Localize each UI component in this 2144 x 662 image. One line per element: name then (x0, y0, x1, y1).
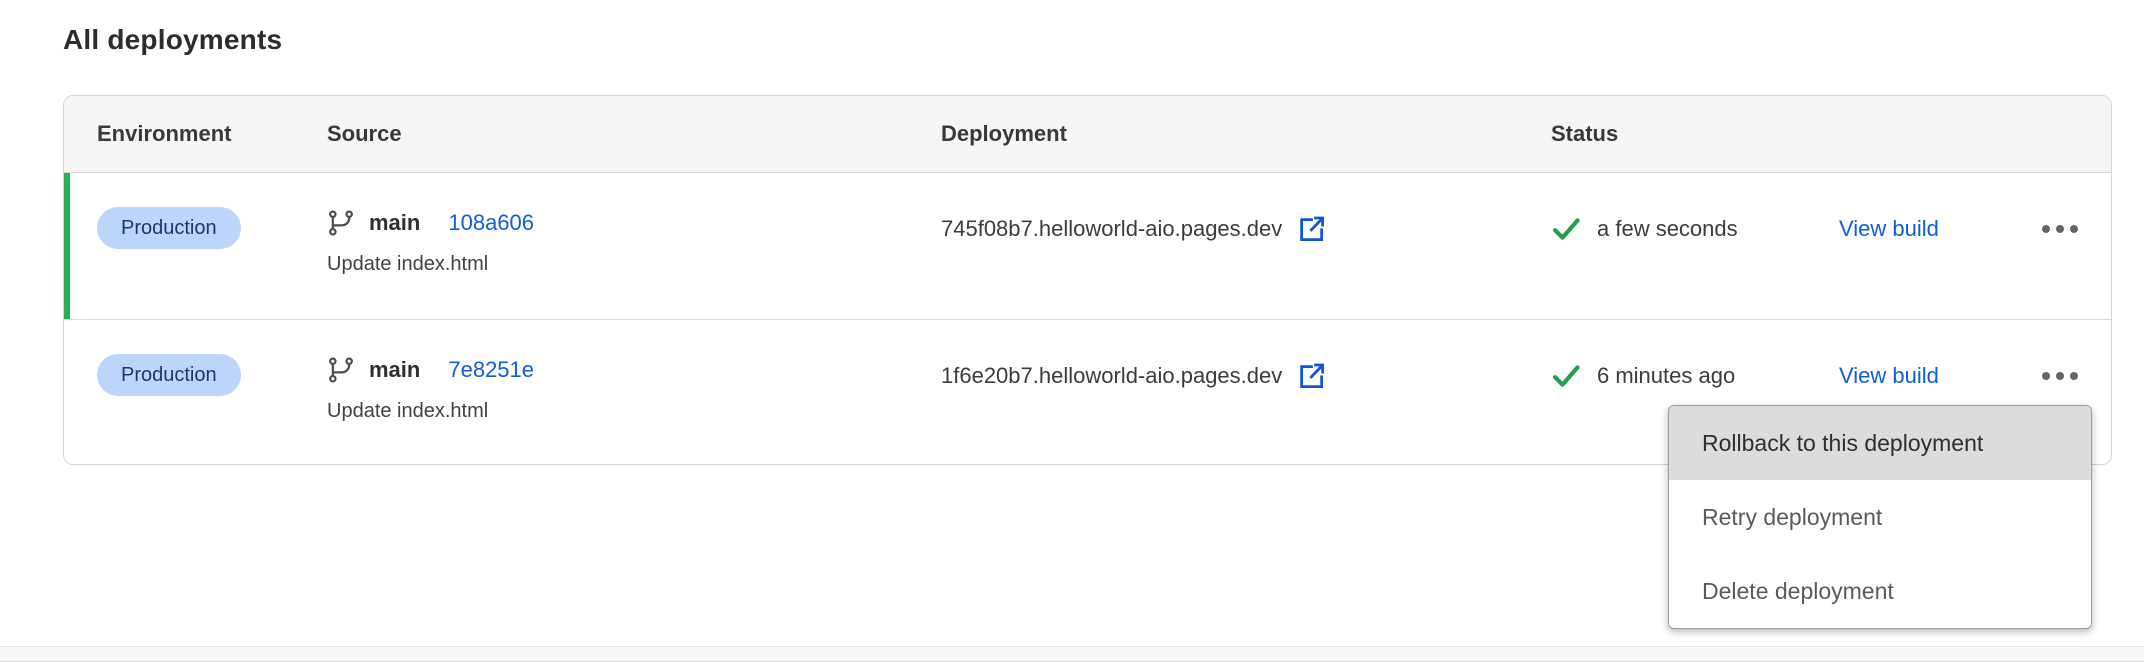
commit-message: Update index.html (327, 400, 941, 423)
check-icon (1551, 361, 1581, 391)
row-actions-button[interactable] (2042, 215, 2078, 243)
deployment-url: 745f08b7.helloworld-aio.pages.dev (941, 216, 1282, 242)
environment-cell: Production (97, 320, 327, 396)
external-link-icon[interactable] (1296, 361, 1326, 391)
view-build-link[interactable]: View build (1839, 363, 2006, 389)
source-cell: main 7e8251e Update index.html (327, 320, 941, 423)
menu-item-delete[interactable]: Delete deployment (1669, 554, 2091, 628)
deployment-actions-menu: Rollback to this deployment Retry deploy… (1668, 405, 2092, 629)
environment-badge: Production (97, 207, 241, 249)
ellipsis-icon (2042, 225, 2078, 233)
table-header: Environment Source Deployment Status (64, 96, 2111, 173)
status-cell: a few seconds View build (1551, 173, 2111, 244)
column-header-status: Status (1551, 121, 2111, 147)
branch-name: main (369, 357, 420, 383)
ellipsis-icon (2042, 372, 2078, 380)
environment-badge: Production (97, 354, 241, 396)
status-time: a few seconds (1597, 216, 1839, 242)
environment-cell: Production (97, 173, 327, 249)
status-time: 6 minutes ago (1597, 363, 1839, 389)
column-header-environment: Environment (97, 121, 327, 147)
git-branch-icon (327, 209, 355, 237)
menu-item-rollback[interactable]: Rollback to this deployment (1669, 406, 2091, 480)
row-actions-button[interactable] (2042, 362, 2078, 390)
column-header-source: Source (327, 121, 941, 147)
commit-message: Update index.html (327, 253, 941, 276)
external-link-icon[interactable] (1296, 214, 1326, 244)
source-cell: main 108a606 Update index.html (327, 173, 941, 276)
git-branch-icon (327, 356, 355, 384)
column-header-deployment: Deployment (941, 121, 1551, 147)
deployment-cell: 745f08b7.helloworld-aio.pages.dev (941, 173, 1551, 244)
deployment-cell: 1f6e20b7.helloworld-aio.pages.dev (941, 320, 1551, 391)
status-cell: 6 minutes ago View build (1551, 320, 2111, 391)
check-icon (1551, 214, 1581, 244)
commit-link[interactable]: 108a606 (448, 210, 534, 236)
menu-item-retry[interactable]: Retry deployment (1669, 480, 2091, 554)
commit-link[interactable]: 7e8251e (448, 357, 534, 383)
deployment-row: Production main 108a606 Update index.htm… (64, 173, 2111, 319)
page-title: All deployments (63, 24, 282, 56)
deployment-url: 1f6e20b7.helloworld-aio.pages.dev (941, 363, 1282, 389)
view-build-link[interactable]: View build (1839, 216, 2006, 242)
page-section-divider (0, 646, 2144, 662)
branch-name: main (369, 210, 420, 236)
